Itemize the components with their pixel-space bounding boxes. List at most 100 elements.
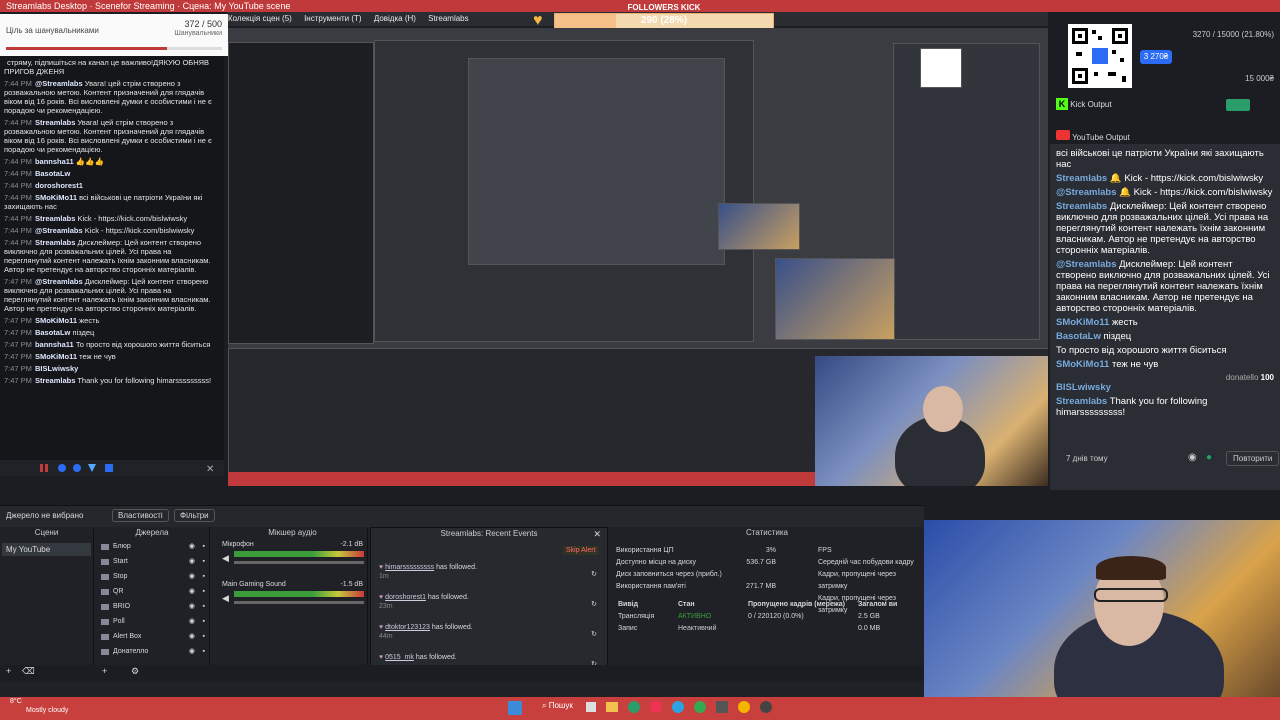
chat-user: BISLwiwsky	[1056, 382, 1111, 393]
eye-icon[interactable]: ◉	[189, 584, 195, 599]
chat-time: 7:47 PM	[4, 364, 32, 373]
eye-icon[interactable]: ◉	[189, 599, 195, 614]
lock-icon[interactable]: ▪	[203, 614, 205, 629]
properties-button[interactable]: Властивості	[112, 509, 169, 522]
eye-icon[interactable]: ◉	[189, 614, 195, 629]
lock-icon[interactable]: ▪	[203, 629, 205, 644]
source-item[interactable]: BRIO ◉ ▪	[95, 599, 209, 614]
chat-user: bannsha11	[34, 157, 74, 166]
close-icon[interactable]: ✕	[593, 529, 601, 540]
chat-user: BISLwiwsky	[34, 364, 79, 373]
chrome-icon-2[interactable]	[738, 701, 750, 713]
lock-icon[interactable]: ▪	[203, 584, 205, 599]
speaker-icon[interactable]: ◀	[222, 553, 229, 564]
eye-icon[interactable]: ◉	[1188, 452, 1197, 463]
eye-icon[interactable]: ◉	[189, 629, 195, 644]
lock-icon[interactable]: ▪	[203, 644, 205, 659]
source-type-icon	[101, 574, 109, 580]
chat-message: BISLwiwsky	[1056, 382, 1274, 393]
lock-icon[interactable]: ▪	[203, 554, 205, 569]
chat-time: 7:44 PM	[4, 157, 32, 166]
goal-subtitle: Шанувальники	[174, 30, 222, 37]
chat-message: 7:47 PM bannsha11 То просто від хорошого …	[4, 340, 220, 349]
filters-button[interactable]: Фільтри	[174, 509, 215, 522]
lock-icon[interactable]: ▪	[203, 569, 205, 584]
eye-icon[interactable]: ◉	[189, 539, 195, 554]
chat-time: 7:47 PM	[4, 352, 32, 361]
chat-text: Kick - https://kick.com/bislwiwsky	[84, 226, 195, 235]
retry-button[interactable]: Повторити	[1226, 451, 1280, 466]
folder-icon[interactable]	[606, 702, 618, 712]
chat-message: 7:44 PM doroshorest1	[4, 181, 220, 190]
taskbar-search[interactable]: ⌕ Пошук	[534, 699, 581, 713]
taskbar-search-label: Пошук	[548, 701, 573, 710]
source-item[interactable]: Stop ◉ ▪	[95, 569, 209, 584]
sources-list: Блюр ◉ ▪ Start ◉ ▪ Stop ◉ ▪ QR ◉ ▪ BRIO ◉ ▪ Poll ◉ ▪ Alert…	[95, 539, 209, 659]
volume-slider[interactable]	[234, 601, 364, 604]
eye-icon[interactable]: ◉	[189, 554, 195, 569]
speaker-icon[interactable]: ◀	[222, 593, 229, 604]
task-view-icon[interactable]	[586, 702, 596, 712]
menu-streamlabs[interactable]: Streamlabs	[428, 14, 468, 23]
menu-scene-collection[interactable]: Колекція сцен (5)	[228, 14, 292, 23]
left-chat-panel: стряму, підпишіться на канал це важливо!…	[0, 56, 224, 460]
chat-message: @Streamlabs Дисклеймер: Цей контент ство…	[1056, 259, 1274, 314]
chrome-icon[interactable]	[694, 701, 706, 713]
nested-right-chat	[893, 43, 1040, 340]
source-item[interactable]: Start ◉ ▪	[95, 554, 209, 569]
event-user[interactable]: dtoktor123123	[385, 624, 430, 631]
chat-message: @Streamlabs 🔔 Kick - https://kick.com/bi…	[1056, 187, 1274, 198]
menu-tools[interactable]: Інструменти (T)	[304, 14, 362, 23]
add-icon[interactable]: +	[6, 666, 11, 676]
chat-user: SMoKiMo11	[34, 352, 78, 361]
youtube-output-label: YouTube Output	[1072, 133, 1130, 142]
event-item: ♥ himarsssssssss has followed. 1m ↻	[379, 564, 601, 594]
chat-message: 7:44 PM SMoKiMo11 всі військові це патріо…	[4, 193, 220, 211]
obs-icon[interactable]	[760, 701, 772, 713]
output-name: Запис	[618, 625, 638, 632]
source-item[interactable]: QR ◉ ▪	[95, 584, 209, 599]
volume-meter	[234, 591, 364, 597]
trash-icon[interactable]: ⌫	[22, 666, 35, 677]
gear-icon[interactable]: ⚙	[131, 666, 139, 677]
windows-start-icon[interactable]	[508, 701, 522, 715]
source-label: Донателло	[113, 648, 149, 655]
telegram-icon[interactable]	[672, 701, 684, 713]
eye-icon[interactable]: ◉	[189, 569, 195, 584]
eye-icon[interactable]: ◉	[189, 644, 195, 659]
source-item[interactable]: Alert Box ◉ ▪	[95, 629, 209, 644]
kick-output-toggle[interactable]	[1226, 99, 1250, 111]
event-user[interactable]: 0515_mk	[385, 654, 414, 661]
browser-icon[interactable]	[628, 701, 640, 713]
lock-icon[interactable]: ▪	[203, 599, 205, 614]
lock-icon[interactable]: ▪	[203, 539, 205, 554]
repeat-icon[interactable]: ↻	[591, 630, 597, 638]
app-icon[interactable]	[650, 701, 662, 713]
column-header: Загалом ви	[858, 601, 898, 608]
goal-count: 372 / 500	[184, 19, 222, 29]
chat-user: SMoKiMo11	[34, 316, 78, 325]
skip-alert-button[interactable]: Skip Alert	[563, 546, 599, 555]
chat-message: 7:47 PM Streamlabs Thank you for followin…	[4, 376, 220, 385]
event-item: ♥ dtoktor123123 has followed. 44m ↻	[379, 624, 601, 654]
chat-message: 7:47 PM BISLwiwsky	[4, 364, 220, 373]
streamlabs-icon[interactable]	[716, 701, 728, 713]
check-icon[interactable]: ●	[1206, 452, 1212, 463]
chat-text: жесть	[79, 316, 100, 325]
menu-help[interactable]: Довідка (H)	[374, 14, 416, 23]
repeat-icon[interactable]: ↻	[591, 570, 597, 578]
source-item[interactable]: Poll ◉ ▪	[95, 614, 209, 629]
scene-item[interactable]: My YouTube	[2, 543, 91, 556]
output-dropped	[748, 623, 858, 635]
add-source-icon[interactable]: +	[102, 666, 107, 676]
event-user[interactable]: doroshorest1	[385, 594, 426, 601]
source-item[interactable]: Блюр ◉ ▪	[95, 539, 209, 554]
volume-slider[interactable]	[234, 561, 364, 564]
volume-meter	[234, 551, 364, 557]
stats-title: Статистика	[745, 528, 788, 537]
repeat-icon[interactable]: ↻	[591, 600, 597, 608]
weather-temp: 8°C	[10, 698, 22, 705]
source-item[interactable]: Донателло ◉ ▪	[95, 644, 209, 659]
nested-qr	[920, 48, 962, 88]
event-user[interactable]: himarsssssssss	[385, 564, 434, 571]
